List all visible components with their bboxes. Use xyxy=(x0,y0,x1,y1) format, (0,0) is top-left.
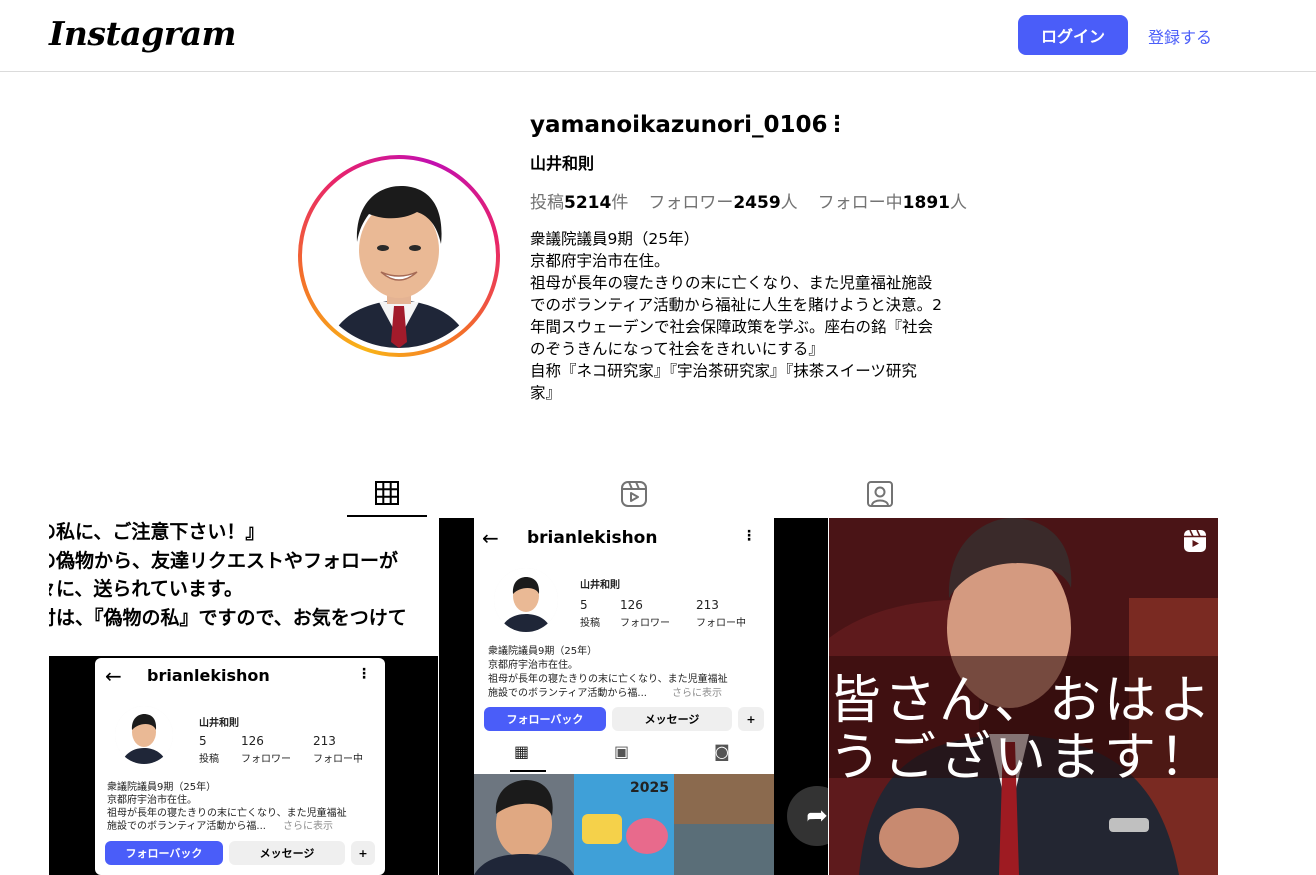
card-username: brianlekishon xyxy=(527,528,658,548)
profile-bio: 衆議院議員9期（25年） 京都府宇治市在住。 祖母が長年の寝たきりの末に亡くなり… xyxy=(530,228,1000,404)
profile-tabs xyxy=(49,470,1218,517)
card-bio: 施設でのボランティア活動から福... xyxy=(488,688,647,699)
signup-link[interactable]: 登録する xyxy=(1148,24,1212,48)
card-follow-back-button: フォローバック xyxy=(105,841,223,865)
following-count-stat[interactable]: フォロー中1891人 xyxy=(818,188,967,213)
card-followers-label: フォロワー xyxy=(620,618,670,629)
post-text-image: の私に、ご注意下さい！』 の偽物から、友達リクエストやフォローが 々に、送られて… xyxy=(49,518,438,658)
bio-line: 家』 xyxy=(530,384,562,402)
post-thumbnail-3[interactable]: 皆さん、おはよ うございます！ xyxy=(829,518,1218,875)
card-follow-back-button: フォローバック xyxy=(484,707,606,731)
card-name: 山井和則 xyxy=(580,580,620,591)
bio-line: 祖母が長年の寝たきりの末に亡くなり、また児童福祉施設 xyxy=(530,274,933,292)
card-bio: 衆議院議員9期（25年） xyxy=(488,646,598,657)
share-arrow-icon: ➦ xyxy=(787,786,828,846)
top-navigation-bar: Instagram ログイン 登録する xyxy=(0,0,1316,72)
profile-avatar[interactable] xyxy=(298,155,500,357)
card-more-icon: ⋮ xyxy=(357,666,371,682)
card-following-label: フォロー中 xyxy=(696,618,746,629)
tab-reels[interactable] xyxy=(594,470,674,517)
screenshot-card: ← brianlekishon ⋮ 山井和則 5 126 213 投稿 フォロワ… xyxy=(474,518,774,875)
card-bio: 祖母が長年の寝たきりの末に亡くなり、また児童福祉 xyxy=(488,674,728,685)
card-reels-icon: ▣ xyxy=(614,742,630,761)
instagram-logo[interactable]: Instagram xyxy=(49,14,236,53)
profile-username: yamanoikazunori_0106 xyxy=(530,112,828,138)
bio-line: でのボランティア活動から福祉に人生を賭けようと決意。2 xyxy=(530,296,942,314)
card-following-count: 213 xyxy=(313,734,336,748)
portrait-image xyxy=(307,164,491,348)
card-thumbnail xyxy=(474,774,574,875)
card-more-icon: ⋮ xyxy=(742,528,756,544)
card-posts-count: 5 xyxy=(199,734,207,748)
card-grid-icon: ▦ xyxy=(514,742,530,761)
post-thumbnail-1[interactable]: の私に、ご注意下さい！』 の偽物から、友達リクエストやフォローが 々に、送られて… xyxy=(49,518,438,875)
posts-count-stat: 投稿5214件 xyxy=(530,193,629,213)
card-posts-label: 投稿 xyxy=(199,754,219,765)
post-text-line: 付は、『偽物の私』ですので、お気をつけて xyxy=(49,606,407,629)
card-followers-count: 126 xyxy=(620,598,643,612)
login-button[interactable]: ログイン xyxy=(1018,15,1128,55)
card-more-link: さらに表示 xyxy=(672,688,722,699)
card-message-button: メッセージ xyxy=(612,707,732,731)
thumbnail-year-text: 2025 xyxy=(630,780,669,796)
tab-tagged[interactable] xyxy=(840,470,920,517)
reel-caption-line: うございます！ xyxy=(829,728,1215,788)
card-username: brianlekishon xyxy=(147,666,270,685)
card-avatar xyxy=(115,706,173,764)
card-message-button: メッセージ xyxy=(229,841,345,865)
card-more-link: さらに表示 xyxy=(283,821,333,832)
post-text-line: 々に、送られています。 xyxy=(49,578,243,600)
post-text-line: の私に、ご注意下さい！』 xyxy=(49,521,265,543)
back-arrow-icon: ← xyxy=(105,664,122,688)
avatar-photo xyxy=(307,164,491,348)
card-followers-label: フォロワー xyxy=(241,754,291,765)
card-following-label: フォロー中 xyxy=(313,754,363,765)
card-add-user-icon: + xyxy=(351,841,375,865)
card-bio: 京都府宇治市在住。 xyxy=(488,660,578,671)
card-following-count: 213 xyxy=(696,598,719,612)
bio-line: 年間スウェーデンで社会保障政策を学ぶ。座右の銘『社会 xyxy=(530,318,934,336)
bio-line: 衆議院議員9期（25年） xyxy=(530,230,700,248)
back-arrow-icon: ← xyxy=(482,526,499,550)
card-add-user-icon: + xyxy=(738,707,764,731)
grid-icon xyxy=(375,480,399,505)
tab-posts[interactable] xyxy=(347,470,427,517)
profile-full-name: 山井和則 xyxy=(530,154,595,173)
bio-line: 自称『ネコ研究家』『宇治茶研究家』『抹茶スイーツ研究 xyxy=(530,362,917,380)
post-text-line: の偽物から、友達リクエストやフォローが xyxy=(49,549,399,572)
bio-line: 京都府宇治市在住。 xyxy=(530,252,670,270)
card-thumbnail: 2025 xyxy=(574,774,674,875)
reels-icon xyxy=(621,480,647,507)
tagged-icon xyxy=(867,480,893,507)
card-thumbnail xyxy=(674,774,774,875)
card-tab-underline xyxy=(510,770,546,772)
card-followers-count: 126 xyxy=(241,734,264,748)
card-tagged-icon: ◙ xyxy=(714,742,730,761)
card-bio: 施設でのボランティア活動から福... xyxy=(107,821,266,832)
more-options-icon[interactable]: ⋮ xyxy=(826,112,848,138)
bio-line: のぞうきんになって社会をきれいにする』 xyxy=(530,340,824,358)
card-name: 山井和則 xyxy=(199,718,239,729)
post-thumbnail-2[interactable]: ← brianlekishon ⋮ 山井和則 5 126 213 投稿 フォロワ… xyxy=(439,518,828,875)
screenshot-card: ← brianlekishon ⋮ 山井和則 5 126 213 投稿 フォロワ… xyxy=(95,658,385,875)
reel-indicator-icon xyxy=(1182,528,1208,558)
card-posts-label: 投稿 xyxy=(580,618,600,629)
card-posts-count: 5 xyxy=(580,598,588,612)
profile-stats: 投稿5214件 フォロワー2459人 フォロー中1891人 xyxy=(530,188,967,213)
card-avatar xyxy=(494,568,558,632)
followers-count-stat[interactable]: フォロワー2459人 xyxy=(648,188,797,213)
